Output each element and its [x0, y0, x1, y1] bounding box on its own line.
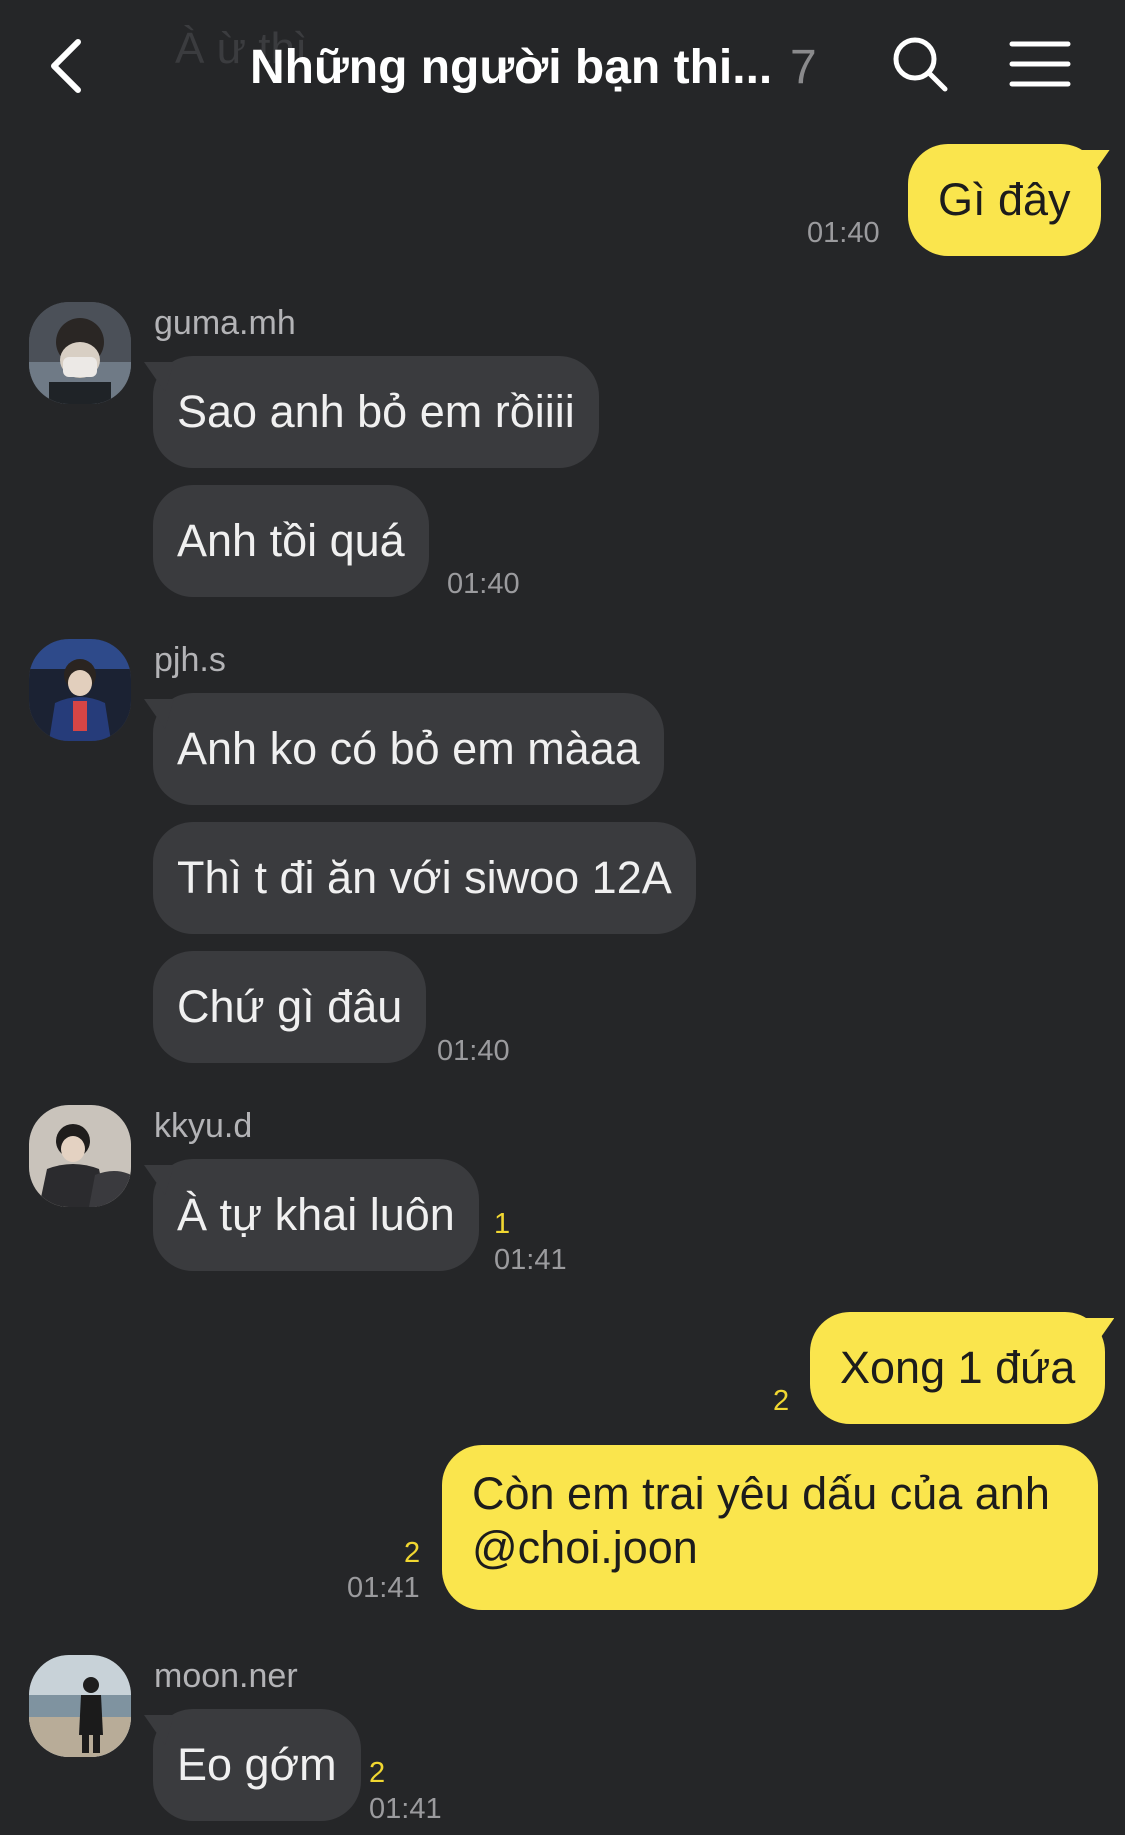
- chevron-left-icon: [51, 39, 81, 93]
- unread-count: 1: [494, 1208, 511, 1240]
- chat-header: À ừ thì Những người bạn thi... 7: [0, 0, 1125, 130]
- message-text: Chứ gì đâu: [177, 981, 403, 1032]
- message-time: 01:40: [807, 217, 880, 249]
- message-text: Sao anh bỏ em rồiiii: [177, 386, 575, 437]
- mention-link[interactable]: @choi.joon: [472, 1521, 1068, 1575]
- avatar[interactable]: [29, 1655, 131, 1757]
- bubble-tail: [144, 1165, 174, 1195]
- incoming-message-bubble[interactable]: Thì t đi ăn với siwoo 12A: [153, 822, 696, 934]
- message-time: 01:40: [447, 568, 520, 600]
- message-time: 01:41: [494, 1244, 567, 1276]
- incoming-message-bubble[interactable]: Sao anh bỏ em rồiiii: [144, 356, 599, 468]
- message-text: Anh ko có bỏ em màaa: [177, 723, 640, 774]
- outgoing-message-bubble[interactable]: Còn em trai yêu dấu của anh @choi.joon: [442, 1445, 1098, 1610]
- message-text: Xong 1 đứa: [840, 1342, 1076, 1393]
- bubble-tail: [144, 362, 174, 392]
- avatar-image: [29, 1655, 131, 1757]
- bubble-tail: [144, 699, 174, 729]
- message-text-line: Còn em trai yêu dấu của anh: [472, 1468, 1050, 1519]
- message-text: Thì t đi ăn với siwoo 12A: [177, 852, 672, 903]
- message-time: 01:40: [437, 1035, 510, 1067]
- sender-name: kkyu.d: [154, 1107, 253, 1145]
- menu-button[interactable]: [1008, 38, 1072, 90]
- incoming-message-bubble[interactable]: Chứ gì đâu: [153, 951, 427, 1063]
- unread-count: 2: [773, 1385, 790, 1417]
- bubble-tail: [144, 1715, 174, 1745]
- sender-name: moon.ner: [154, 1657, 298, 1695]
- message-time: 01:41: [369, 1793, 442, 1825]
- outgoing-message-bubble[interactable]: Gì đây: [908, 144, 1110, 256]
- avatar-image: [29, 1105, 131, 1207]
- search-icon: [893, 37, 948, 92]
- bubble-tail: [1084, 1318, 1115, 1348]
- avatar-image: [29, 639, 131, 741]
- sender-name: guma.mh: [154, 304, 296, 342]
- member-count: 7: [790, 41, 817, 94]
- chat-title: Những người bạn thi...: [250, 41, 773, 94]
- incoming-message-bubble[interactable]: Anh ko có bỏ em màaa: [144, 693, 664, 805]
- message-text: Eo gớm: [177, 1739, 337, 1790]
- message-text: Anh tồi quá: [177, 515, 405, 566]
- unread-count: 2: [369, 1757, 386, 1789]
- avatar[interactable]: [29, 302, 131, 404]
- message-text: À tự khai luôn: [177, 1189, 455, 1240]
- outgoing-message-bubble[interactable]: Xong 1 đứa: [810, 1312, 1115, 1424]
- hamburger-menu-icon: [1009, 41, 1071, 87]
- avatar[interactable]: [29, 639, 131, 741]
- incoming-message-bubble[interactable]: Anh tồi quá: [153, 485, 429, 597]
- sender-name: pjh.s: [154, 641, 226, 679]
- message-time: 01:41: [347, 1572, 420, 1604]
- incoming-message-bubble[interactable]: À tự khai luôn: [144, 1159, 479, 1271]
- avatar-image: [29, 302, 131, 404]
- avatar[interactable]: [29, 1105, 131, 1207]
- search-button[interactable]: [890, 34, 950, 94]
- incoming-message-bubble[interactable]: Eo gớm: [144, 1709, 361, 1821]
- message-text: Gì đây: [938, 174, 1071, 225]
- bubble-tail: [1079, 150, 1110, 180]
- back-button[interactable]: [40, 34, 100, 98]
- unread-count: 2: [404, 1537, 421, 1569]
